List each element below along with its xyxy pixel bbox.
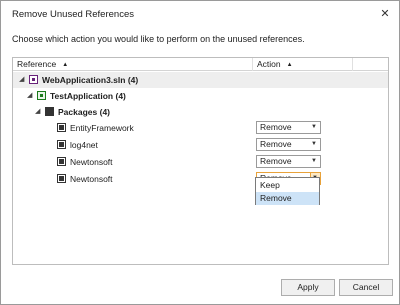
- packages-folder-icon: [45, 107, 54, 116]
- close-icon[interactable]: ✕: [377, 6, 393, 22]
- dropdown-option-keep[interactable]: Keep: [256, 179, 319, 192]
- sort-asc-icon: ▲: [62, 62, 69, 68]
- expand-icon[interactable]: ◢: [35, 108, 43, 116]
- action-select-value: Remove: [260, 156, 292, 166]
- action-column-label: Action: [257, 59, 281, 69]
- expand-icon[interactable]: ◢: [19, 76, 27, 84]
- action-dropdown-list: Keep Remove: [255, 177, 320, 205]
- action-column-header[interactable]: Action ▲: [253, 58, 353, 71]
- tree-node-solution[interactable]: ◢ WebApplication3.sln (4): [13, 72, 388, 88]
- tree-node-project[interactable]: ◢ TestApplication (4): [13, 88, 388, 104]
- tree-node-package[interactable]: log4net Remove ▼: [13, 137, 388, 153]
- tree-node-label: TestApplication (4): [50, 91, 126, 101]
- chevron-down-icon: ▼: [311, 141, 317, 147]
- references-tree: Reference ▲ Action ▲ ◢ WebApplication3.sln…: [12, 57, 389, 265]
- apply-button[interactable]: Apply: [281, 279, 335, 296]
- sort-asc-icon: ▲: [286, 62, 293, 68]
- package-icon: [57, 174, 66, 183]
- column-header: Reference ▲ Action ▲: [13, 58, 388, 71]
- dropdown-option-remove[interactable]: Remove: [256, 192, 319, 205]
- tree-node-package[interactable]: EntityFramework Remove ▼: [13, 120, 388, 136]
- tree-node-package[interactable]: Newtonsoft Remove ▼: [13, 171, 388, 187]
- tree-node-packages[interactable]: ◢ Packages (4): [13, 104, 388, 120]
- csharp-project-icon: [37, 91, 46, 100]
- remove-unused-references-dialog: Remove Unused References ✕ Choose which …: [0, 0, 400, 305]
- tree-node-package[interactable]: Newtonsoft Remove ▼: [13, 154, 388, 170]
- package-label: EntityFramework: [70, 123, 134, 133]
- tree-node-label: Packages (4): [58, 107, 110, 117]
- package-label: Newtonsoft: [70, 174, 113, 184]
- expand-icon[interactable]: ◢: [27, 92, 35, 100]
- package-icon: [57, 140, 66, 149]
- action-select-value: Remove: [260, 139, 292, 149]
- instruction-text: Choose which action you would like to pe…: [12, 34, 305, 44]
- reference-column-header[interactable]: Reference ▲: [13, 58, 253, 71]
- action-select[interactable]: Remove ▼: [256, 138, 321, 151]
- cancel-button[interactable]: Cancel: [339, 279, 393, 296]
- dialog-title: Remove Unused References: [12, 9, 134, 20]
- package-icon: [57, 123, 66, 132]
- chevron-down-icon: ▼: [311, 158, 317, 164]
- action-select[interactable]: Remove ▼: [256, 155, 321, 168]
- reference-column-label: Reference: [17, 59, 57, 69]
- package-icon: [57, 157, 66, 166]
- tree-node-label: WebApplication3.sln (4): [42, 75, 139, 85]
- action-select-value: Remove: [260, 122, 292, 132]
- action-select[interactable]: Remove ▼: [256, 121, 321, 134]
- package-label: log4net: [70, 140, 98, 150]
- chevron-down-icon: ▼: [311, 124, 317, 130]
- package-label: Newtonsoft: [70, 157, 113, 167]
- solution-icon: [29, 75, 38, 84]
